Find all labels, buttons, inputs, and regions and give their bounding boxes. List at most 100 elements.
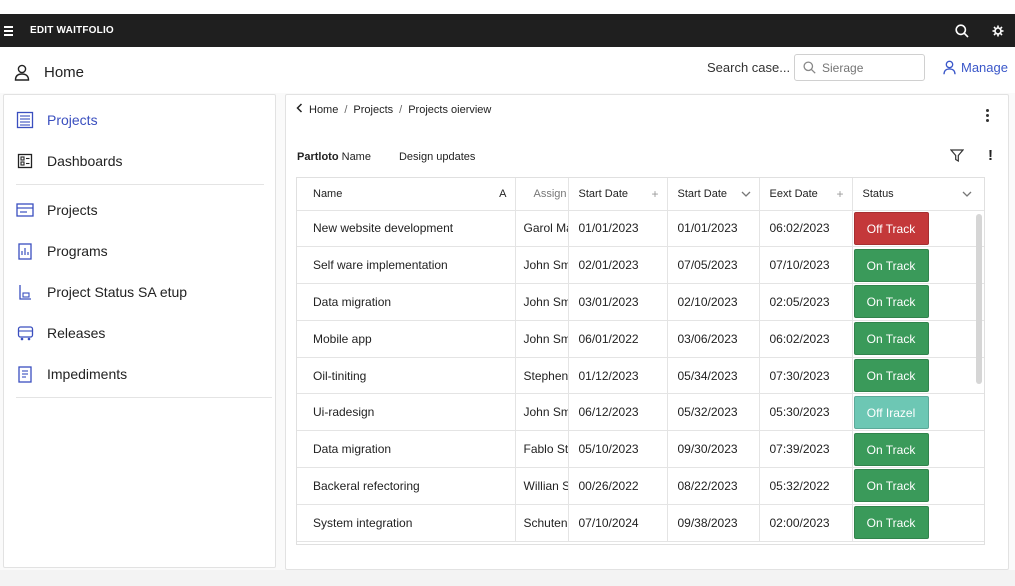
column-header-start-date-2[interactable]: Start Date	[667, 178, 760, 211]
cell-end-date: 07:39/2023	[759, 430, 853, 469]
start-date-2: 01/01/2023	[677, 221, 738, 236]
cell-start-date-2: 09/38/2023	[667, 504, 760, 542]
sidebar-item-dashboards[interactable]: Dashboards	[16, 152, 123, 170]
status-badge[interactable]: Off Track	[853, 211, 929, 245]
project-name: New website development	[313, 221, 454, 236]
sidebar-divider	[16, 397, 272, 398]
search-box[interactable]	[794, 54, 925, 81]
chevron-down-icon[interactable]	[741, 188, 751, 200]
header-row: Home Search case... Manage	[0, 47, 1015, 93]
breadcrumb-home[interactable]: Home	[309, 104, 338, 116]
start-date-2: 02/10/2023	[677, 294, 738, 309]
status-badge[interactable]: Off Irazel	[853, 395, 929, 429]
table-row[interactable]: Oil-tiniting Stephen 01/12/2023 05/34/2023 0…	[297, 357, 984, 395]
project-name: Backeral refectoring	[313, 478, 420, 493]
sidebar-item-programs[interactable]: Programs	[16, 242, 108, 260]
status-badge[interactable]: On Track	[853, 248, 929, 282]
sidebar-item-label: Projects	[47, 112, 98, 128]
project-name: Mobile app	[313, 331, 372, 346]
sidebar-item-label: Impediments	[47, 366, 128, 382]
cell-status: On Track	[852, 504, 984, 542]
end-date: 06:02/2023	[769, 221, 830, 236]
column-header-name[interactable]: Name A	[297, 178, 516, 211]
table-header-row: Name A Assign Start Date + Start Date Eext…	[297, 178, 984, 211]
end-date: 07:30/2023	[769, 368, 830, 383]
status-badge[interactable]: On Track	[853, 322, 929, 356]
dashboard-icon	[16, 152, 34, 170]
column-header-end-date[interactable]: Eext Date +	[759, 178, 853, 211]
cell-assign: Garol Ma	[515, 210, 569, 248]
start-date-2: 05/34/2023	[677, 368, 738, 383]
table-row[interactable]: Backeral refectoring Willian S 00/26/2022 0…	[297, 467, 984, 505]
cell-status: On Track	[852, 246, 984, 285]
column-header-assign[interactable]: Assign	[515, 178, 569, 211]
table-row[interactable]: System integration Schuten 07/10/2024 09/38…	[297, 504, 984, 542]
manage-link[interactable]: Manage	[943, 60, 1008, 75]
cell-name: Mobile app	[297, 320, 516, 358]
plus-icon[interactable]: +	[651, 187, 658, 201]
filter-icon[interactable]	[949, 149, 965, 167]
status-badge[interactable]: On Track	[853, 285, 929, 319]
cell-start-date: 05/10/2023	[568, 430, 668, 469]
sidebar-item-projects-2[interactable]: Projects	[16, 201, 98, 219]
status-badge[interactable]: On Track	[853, 506, 929, 540]
sidebar-item-releases[interactable]: Releases	[16, 324, 105, 342]
column-label: Eext Date	[769, 187, 818, 200]
cell-assign: Stephen	[515, 357, 569, 395]
assignee: Fablo St	[523, 442, 568, 457]
cell-assign: John Sm	[515, 393, 569, 432]
sidebar-item-impediments[interactable]: Impediments	[16, 365, 127, 383]
table-row[interactable]: Data migration John Sm 03/01/2023 02/10/202…	[297, 283, 984, 321]
plus-icon[interactable]: +	[836, 187, 843, 201]
cell-start-date-2: 02/10/2023	[667, 283, 760, 321]
start-date: 01/01/2023	[578, 221, 639, 236]
table-row[interactable]: Ui-radesign John Sm 06/12/2023 05/32/2023 05…	[297, 393, 984, 432]
assignee: John Sm	[523, 258, 568, 273]
status-badge[interactable]: On Track	[853, 432, 929, 466]
tab-portfolio-bold: Partloto	[297, 151, 339, 163]
assignee: John Sm	[523, 331, 568, 346]
end-date: 07:39/2023	[769, 442, 830, 457]
cell-start-date: 07/10/2024	[568, 504, 668, 542]
column-label: Assign	[533, 187, 567, 200]
cell-end-date: 06:02/2023	[759, 210, 853, 248]
home-link[interactable]: Home	[14, 64, 84, 81]
cell-end-date: 02:05/2023	[759, 283, 853, 321]
search-input[interactable]	[820, 59, 915, 76]
status-badge[interactable]: On Track	[853, 359, 929, 393]
search-icon[interactable]	[953, 22, 971, 40]
table-row[interactable]: Mobile app John Sm 06/01/2022 03/06/2023 06:…	[297, 320, 984, 358]
cell-status: On Track	[852, 283, 984, 321]
table-row[interactable]: New website development Garol Ma 01/01/202…	[297, 210, 984, 248]
tab-design-updates[interactable]: Design updates	[399, 151, 475, 163]
project-name: Data migration	[313, 442, 392, 457]
cell-name: Oil-tiniting	[297, 357, 516, 395]
table-row[interactable]: Data migration Fablo St 05/10/2023 09/30/20…	[297, 430, 984, 469]
start-date: 05/10/2023	[578, 442, 639, 457]
more-options-icon[interactable]	[986, 109, 990, 122]
cell-end-date: 07:30/2023	[759, 357, 853, 395]
start-date-2: 09/30/2023	[677, 442, 738, 457]
sidebar-item-projects[interactable]: Projects	[16, 111, 98, 129]
assignee: Garol Ma	[523, 221, 568, 236]
column-header-status[interactable]: Status	[852, 178, 984, 211]
assignee: John Sm	[523, 405, 568, 420]
column-header-start-date[interactable]: Start Date +	[568, 178, 668, 211]
project-name: Oil-tiniting	[313, 368, 367, 383]
status-badge[interactable]: On Track	[853, 469, 929, 503]
back-chevron-icon[interactable]	[296, 103, 303, 116]
breadcrumb-projects[interactable]: Projects	[353, 104, 393, 116]
cell-start-date: 03/01/2023	[568, 283, 668, 321]
status-icon	[16, 283, 34, 301]
tab-portfolio-name[interactable]: Partloto Name	[297, 151, 371, 163]
menu-icon[interactable]	[4, 25, 24, 36]
table-scrollbar[interactable]	[976, 214, 982, 384]
chevron-down-icon[interactable]	[962, 188, 972, 200]
project-name: Self ware implementation	[313, 258, 448, 273]
cell-end-date: 05:32/2022	[759, 467, 853, 505]
table-row[interactable]: Self ware implementation John Sm 02/01/202…	[297, 246, 984, 285]
cell-start-date: 00/26/2022	[568, 467, 668, 505]
alert-icon[interactable]: !	[988, 147, 993, 164]
gear-icon[interactable]	[989, 22, 1007, 40]
sidebar-item-project-status[interactable]: Project Status SA etup	[16, 283, 187, 301]
